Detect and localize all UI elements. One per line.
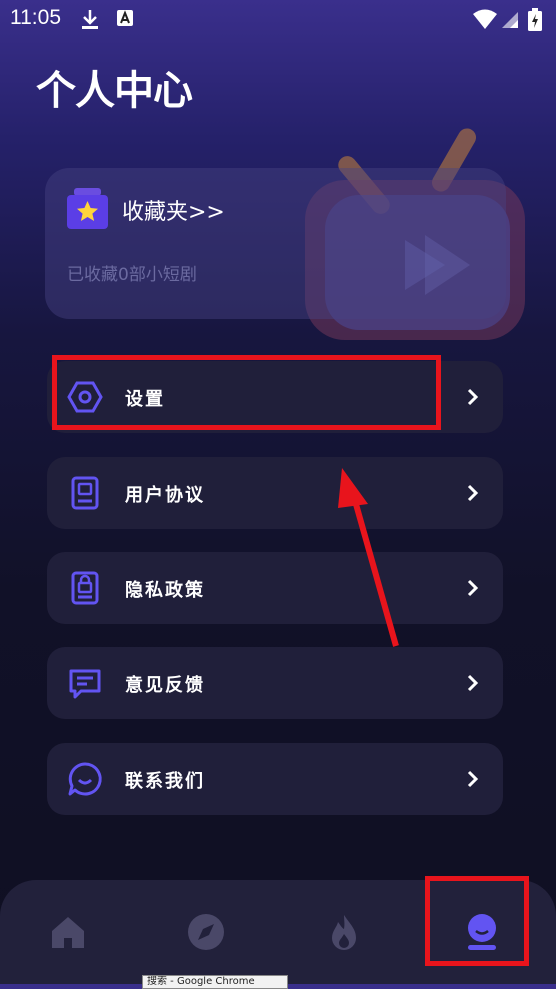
contact-chat-icon: [68, 762, 102, 796]
status-bar: 11:05: [0, 0, 556, 36]
feedback-chat-icon: [69, 669, 101, 699]
favorites-title[interactable]: 收藏夹>>: [122, 194, 225, 226]
wifi-icon: [473, 9, 497, 29]
home-icon[interactable]: [48, 912, 88, 952]
favorites-card[interactable]: 收藏夹>> 已收藏0部小短剧: [45, 168, 506, 319]
chevron-right-icon: [467, 388, 479, 406]
discover-compass-icon[interactable]: [186, 912, 226, 952]
status-time: 11:05: [10, 6, 61, 29]
highlight-box-profile-tab: [425, 876, 529, 966]
chevron-right-icon: [467, 484, 479, 502]
menu-label: 意见反馈: [125, 675, 205, 696]
highlight-box-settings: [52, 355, 441, 430]
chevron-right-icon: [467, 770, 479, 788]
privacy-lock-icon: [71, 571, 99, 605]
chevron-right-icon: [467, 674, 479, 692]
page-title: 个人中心: [36, 68, 193, 114]
signal-icon: [502, 12, 518, 28]
app-a-icon: [117, 10, 133, 26]
chevron-right-icon: [467, 579, 479, 597]
menu-item-feedback[interactable]: 意见反馈: [47, 647, 503, 719]
menu-item-privacy-policy[interactable]: 隐私政策: [47, 552, 503, 624]
hot-fire-icon[interactable]: [324, 912, 364, 952]
menu-label: 隐私政策: [125, 580, 205, 601]
star-folder-icon: [67, 188, 108, 229]
red-arrow-icon: [338, 468, 399, 647]
menu-item-contact-us[interactable]: 联系我们: [47, 743, 503, 815]
window-tooltip: 搜索 - Google Chrome: [142, 975, 288, 989]
download-icon: [82, 10, 98, 29]
menu-item-user-agreement[interactable]: 用户协议: [47, 457, 503, 529]
favorites-count: 已收藏0部小短剧: [67, 265, 197, 285]
user-agreement-icon: [71, 476, 99, 510]
battery-icon: [528, 8, 542, 31]
menu-label: 用户协议: [125, 485, 205, 506]
menu-label: 联系我们: [125, 771, 205, 792]
